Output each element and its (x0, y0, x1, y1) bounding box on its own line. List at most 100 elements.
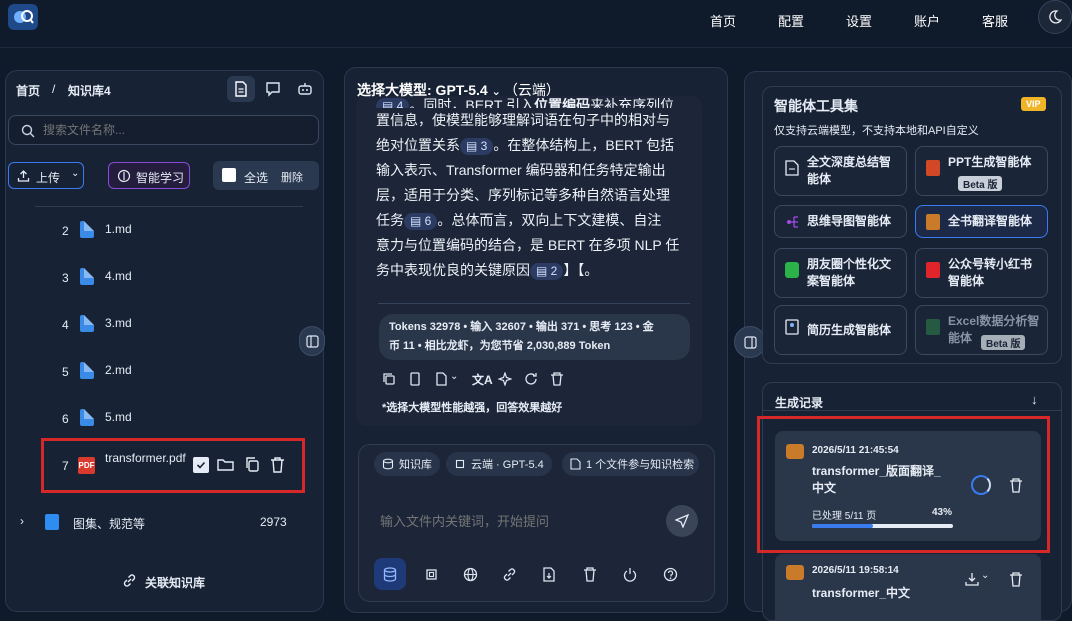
tool-ppt[interactable]: PPT生成智能体 Beta 版 (915, 146, 1048, 196)
markdown-file-icon (80, 362, 94, 379)
file-index: 3 (62, 271, 69, 285)
logo-icon[interactable] (8, 4, 38, 30)
tool-moments[interactable]: 朋友圈个性化文案智能体 (774, 248, 907, 298)
download-icon[interactable] (965, 572, 979, 586)
citation-chip[interactable]: ▤ 4 (376, 98, 410, 108)
cloud-model-chip[interactable]: 云端 · GPT-5.4 (446, 452, 552, 476)
breadcrumb-root[interactable]: 首页 (16, 82, 40, 99)
file-row[interactable]: 3 4.md (40, 257, 300, 297)
translate-icon[interactable]: 文A (472, 371, 493, 388)
file-name[interactable]: 2.md (105, 363, 132, 377)
trash-icon[interactable] (1009, 572, 1023, 587)
beta-badge: Beta 版 (981, 335, 1026, 350)
chevron-down-icon[interactable]: ⌄ (450, 371, 458, 382)
vip-badge: VIP (1021, 97, 1046, 111)
tool-xiaohongshu[interactable]: 公众号转小红书智能体 (915, 248, 1048, 298)
mindmap-icon (787, 216, 798, 228)
model-hint: *选择大模型性能越强，回答效果越好 (382, 402, 563, 414)
upload-button[interactable]: 上传 ⌄ (8, 162, 84, 189)
robot-icon[interactable] (294, 78, 316, 100)
globe-icon[interactable] (459, 563, 481, 585)
answer-line: 任务 ▤ 6 。总体而言，双向上下文建模、自注 (376, 212, 662, 230)
tool-summary[interactable]: 全文深度总结智能体 (774, 146, 907, 196)
smart-learn-button[interactable]: 智能学习 (108, 162, 190, 189)
answer-line: 意力与位置编码的结合，是 BERT 在多项 NLP 任 (376, 237, 680, 253)
nav-config[interactable]: 配置 (778, 11, 804, 30)
export-doc-icon[interactable] (434, 372, 448, 386)
files-chip[interactable]: 1 个文件参与知识检索 (562, 452, 699, 476)
search-input[interactable] (43, 121, 303, 139)
sparkle-icon[interactable] (498, 372, 512, 386)
token-stats-line: Tokens 32978 • 输入 32607 • 输出 371 • 思考 12… (389, 321, 654, 333)
divider (35, 206, 303, 207)
excel-icon (926, 319, 940, 335)
refresh-icon[interactable] (524, 372, 538, 386)
database-icon (382, 458, 394, 470)
theme-toggle-moon-icon[interactable] (1038, 0, 1072, 34)
answer-line: 层，适用于分类、序列标记等多种自然语言处理 (376, 187, 670, 203)
nav-settings[interactable]: 设置 (846, 11, 872, 30)
kb-chip[interactable]: 知识库 (374, 452, 440, 476)
help-icon[interactable] (659, 563, 681, 585)
file-name[interactable]: 5.md (105, 410, 132, 424)
file-row[interactable]: 2 1.md (40, 210, 300, 250)
download-file-icon[interactable] (538, 563, 560, 585)
link-icon[interactable] (498, 563, 520, 585)
tool-excel[interactable]: Excel数据分析智能体 Beta 版 (915, 305, 1048, 355)
nav-support[interactable]: 客服 (982, 11, 1008, 30)
file-row[interactable]: 6 5.md (40, 398, 300, 438)
trash-icon[interactable] (550, 372, 564, 386)
markdown-file-icon (80, 268, 94, 285)
ppt-icon (926, 160, 940, 176)
markdown-file-icon (80, 221, 94, 238)
chevron-down-icon[interactable]: ⌄ (981, 570, 989, 581)
file-row[interactable]: 5 2.md (40, 351, 300, 391)
chat-icon[interactable] (262, 78, 284, 100)
citation-chip[interactable]: ▤ 6 (404, 213, 438, 230)
nav-home[interactable]: 首页 (710, 11, 736, 30)
document-view-icon[interactable] (227, 76, 255, 102)
tool-resume[interactable]: 简历生成智能体 (774, 305, 907, 355)
database-icon (383, 566, 397, 582)
delete-selected-button[interactable]: 删除 (281, 169, 303, 185)
power-icon[interactable] (619, 563, 641, 585)
file-search-field[interactable] (8, 115, 319, 145)
book-translate-icon (926, 214, 940, 230)
select-all-label[interactable]: 全选 (244, 169, 268, 186)
sort-down-arrow-icon[interactable]: ↓ (1031, 392, 1038, 407)
divider (378, 303, 690, 304)
nav-account[interactable]: 账户 (914, 11, 940, 30)
file-name[interactable]: 3.md (105, 316, 132, 330)
send-icon (675, 514, 689, 528)
file-name[interactable]: 1.md (105, 222, 132, 236)
question-input[interactable] (380, 510, 650, 532)
record-name: transformer_中文 (812, 586, 911, 600)
folder-count: 2973 (260, 515, 287, 529)
trash-icon[interactable] (579, 563, 601, 585)
breadcrumb-separator: / (52, 82, 56, 96)
copy-icon[interactable] (382, 372, 396, 386)
highlight-box (41, 438, 305, 493)
chevron-right-icon[interactable]: › (20, 514, 24, 528)
tool-mindmap[interactable]: 思维导图智能体 (774, 205, 907, 238)
answer-line: 务中表现优良的关键原因 ▤ 2 】【。 (376, 262, 599, 280)
citation-chip[interactable]: ▤ 3 (460, 138, 494, 155)
tool-book-translate[interactable]: 全书翻译智能体 (915, 205, 1048, 238)
database-toggle-button[interactable] (374, 558, 406, 590)
citation-chip[interactable]: ▤ 2 (530, 263, 564, 280)
select-all-checkbox[interactable] (222, 168, 236, 182)
search-icon (21, 124, 35, 138)
document-icon[interactable] (408, 372, 422, 386)
collapse-left-panel-icon[interactable] (299, 326, 325, 356)
tools-subtitle: 仅支持云端模型，不支持本地和API自定义 (774, 125, 979, 137)
link-kb-button[interactable]: 关联知识库 (122, 572, 222, 590)
record-item[interactable]: 2026/5/11 19:58:14 transformer_中文 ⌄ (775, 554, 1041, 621)
answer-line: 输入表示、Transformer 编码器和任务特定输出 (376, 162, 666, 178)
smart-learn-label: 智能学习 (136, 171, 185, 185)
send-button[interactable] (666, 505, 698, 537)
book-translate-icon (786, 565, 804, 580)
folder-row[interactable]: › 图集、规范等 2973 (15, 510, 305, 534)
file-name[interactable]: 4.md (105, 269, 132, 283)
file-row[interactable]: 4 3.md (40, 304, 300, 344)
chip-icon[interactable] (420, 563, 442, 585)
